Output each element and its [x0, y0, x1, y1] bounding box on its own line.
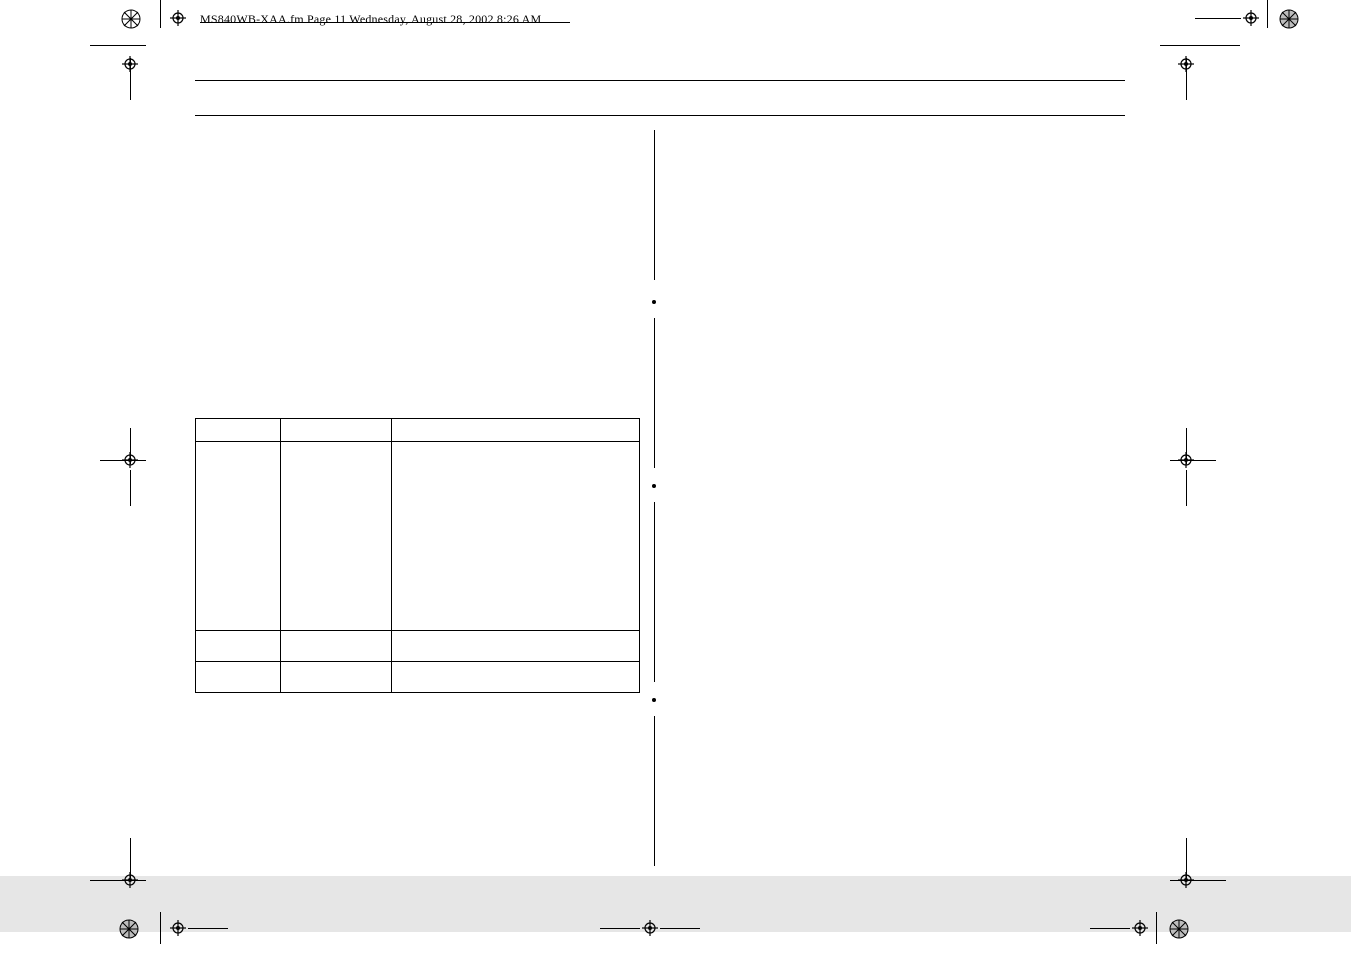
crosshair-icon [1243, 10, 1259, 26]
crop-tick [1160, 45, 1240, 46]
spoke-icon [1278, 8, 1300, 30]
crop-tick [1195, 18, 1241, 19]
crosshair-icon [1132, 920, 1148, 936]
spoke-icon [118, 918, 140, 940]
crosshair-icon [1178, 56, 1194, 72]
crosshair-icon [1178, 452, 1194, 468]
table-row [196, 631, 640, 662]
column-divider [654, 130, 655, 280]
crop-tick [1156, 912, 1157, 944]
table-row [196, 442, 640, 631]
bullet-icon [652, 484, 656, 488]
header-text: MS840WB-XAA.fm Page 11 Wednesday, August… [200, 12, 541, 27]
crop-tick [600, 928, 640, 929]
table-row [196, 419, 640, 442]
crop-tick [660, 928, 700, 929]
crop-tick [160, 0, 161, 28]
crop-tick [160, 912, 161, 944]
page-rule [195, 80, 1125, 81]
crop-tick [1186, 470, 1187, 506]
page-root: MS840WB-XAA.fm Page 11 Wednesday, August… [0, 0, 1351, 954]
crosshair-icon [642, 920, 658, 936]
crosshair-icon [122, 452, 138, 468]
table-row [196, 662, 640, 693]
column-divider [654, 318, 655, 468]
content-table [195, 418, 640, 693]
footer-band [0, 876, 1351, 932]
crop-tick [130, 470, 131, 506]
crop-tick [1267, 0, 1268, 28]
spoke-icon [1168, 918, 1190, 940]
crop-tick [188, 928, 228, 929]
crosshair-icon [170, 10, 186, 26]
crosshair-icon [170, 920, 186, 936]
crosshair-icon [122, 56, 138, 72]
crop-tick [1090, 928, 1130, 929]
crop-tick [90, 45, 146, 46]
spoke-icon [120, 8, 142, 30]
bullet-icon [652, 698, 656, 702]
column-divider [654, 716, 655, 866]
crosshair-icon [122, 872, 138, 888]
crosshair-icon [1178, 872, 1194, 888]
column-divider [654, 502, 655, 682]
header-underline [200, 22, 570, 23]
page-rule [195, 115, 1125, 116]
bullet-icon [652, 300, 656, 304]
